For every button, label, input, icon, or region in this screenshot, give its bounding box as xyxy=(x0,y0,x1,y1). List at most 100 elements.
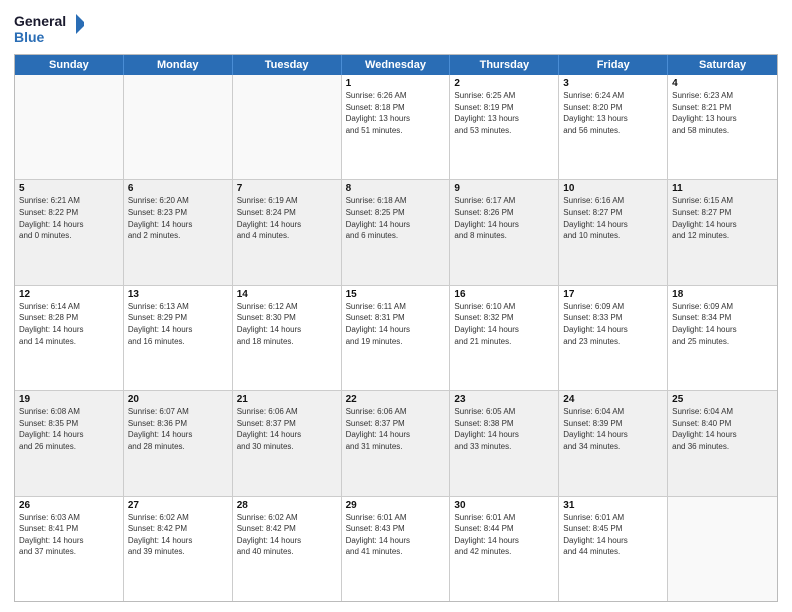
day-number: 2 xyxy=(454,78,554,89)
cal-cell-day-22: 22Sunrise: 6:06 AM Sunset: 8:37 PM Dayli… xyxy=(342,391,451,495)
day-number: 1 xyxy=(346,78,446,89)
day-number: 17 xyxy=(563,289,663,300)
cell-content: Sunrise: 6:02 AM Sunset: 8:42 PM Dayligh… xyxy=(128,512,228,558)
cell-content: Sunrise: 6:04 AM Sunset: 8:39 PM Dayligh… xyxy=(563,406,663,452)
cell-content: Sunrise: 6:14 AM Sunset: 8:28 PM Dayligh… xyxy=(19,301,119,347)
logo-svg: General Blue xyxy=(14,10,84,48)
cell-content: Sunrise: 6:01 AM Sunset: 8:45 PM Dayligh… xyxy=(563,512,663,558)
day-number: 15 xyxy=(346,289,446,300)
cal-row-4: 26Sunrise: 6:03 AM Sunset: 8:41 PM Dayli… xyxy=(15,497,777,601)
cal-cell-day-10: 10Sunrise: 6:16 AM Sunset: 8:27 PM Dayli… xyxy=(559,180,668,284)
day-number: 29 xyxy=(346,500,446,511)
cal-cell-empty xyxy=(668,497,777,601)
cal-cell-day-19: 19Sunrise: 6:08 AM Sunset: 8:35 PM Dayli… xyxy=(15,391,124,495)
cal-cell-day-26: 26Sunrise: 6:03 AM Sunset: 8:41 PM Dayli… xyxy=(15,497,124,601)
cal-cell-day-6: 6Sunrise: 6:20 AM Sunset: 8:23 PM Daylig… xyxy=(124,180,233,284)
cal-cell-day-4: 4Sunrise: 6:23 AM Sunset: 8:21 PM Daylig… xyxy=(668,75,777,179)
cell-content: Sunrise: 6:07 AM Sunset: 8:36 PM Dayligh… xyxy=(128,406,228,452)
day-number: 9 xyxy=(454,183,554,194)
cell-content: Sunrise: 6:08 AM Sunset: 8:35 PM Dayligh… xyxy=(19,406,119,452)
cal-cell-day-29: 29Sunrise: 6:01 AM Sunset: 8:43 PM Dayli… xyxy=(342,497,451,601)
cell-content: Sunrise: 6:06 AM Sunset: 8:37 PM Dayligh… xyxy=(237,406,337,452)
header: General Blue xyxy=(14,10,778,48)
cal-cell-day-8: 8Sunrise: 6:18 AM Sunset: 8:25 PM Daylig… xyxy=(342,180,451,284)
cal-cell-day-17: 17Sunrise: 6:09 AM Sunset: 8:33 PM Dayli… xyxy=(559,286,668,390)
day-number: 11 xyxy=(672,183,773,194)
day-number: 22 xyxy=(346,394,446,405)
cal-cell-day-24: 24Sunrise: 6:04 AM Sunset: 8:39 PM Dayli… xyxy=(559,391,668,495)
day-number: 26 xyxy=(19,500,119,511)
logo: General Blue xyxy=(14,10,84,48)
calendar-body: 1Sunrise: 6:26 AM Sunset: 8:18 PM Daylig… xyxy=(15,75,777,601)
cal-row-0: 1Sunrise: 6:26 AM Sunset: 8:18 PM Daylig… xyxy=(15,75,777,180)
cell-content: Sunrise: 6:26 AM Sunset: 8:18 PM Dayligh… xyxy=(346,90,446,136)
cal-header-saturday: Saturday xyxy=(668,55,777,75)
cell-content: Sunrise: 6:20 AM Sunset: 8:23 PM Dayligh… xyxy=(128,195,228,241)
cal-cell-day-3: 3Sunrise: 6:24 AM Sunset: 8:20 PM Daylig… xyxy=(559,75,668,179)
cal-cell-day-2: 2Sunrise: 6:25 AM Sunset: 8:19 PM Daylig… xyxy=(450,75,559,179)
cal-cell-day-9: 9Sunrise: 6:17 AM Sunset: 8:26 PM Daylig… xyxy=(450,180,559,284)
cell-content: Sunrise: 6:16 AM Sunset: 8:27 PM Dayligh… xyxy=(563,195,663,241)
day-number: 25 xyxy=(672,394,773,405)
cal-header-friday: Friday xyxy=(559,55,668,75)
calendar-container: SundayMondayTuesdayWednesdayThursdayFrid… xyxy=(14,54,778,602)
cell-content: Sunrise: 6:10 AM Sunset: 8:32 PM Dayligh… xyxy=(454,301,554,347)
day-number: 24 xyxy=(563,394,663,405)
cal-cell-day-7: 7Sunrise: 6:19 AM Sunset: 8:24 PM Daylig… xyxy=(233,180,342,284)
svg-text:General: General xyxy=(14,13,66,29)
cal-row-1: 5Sunrise: 6:21 AM Sunset: 8:22 PM Daylig… xyxy=(15,180,777,285)
cell-content: Sunrise: 6:02 AM Sunset: 8:42 PM Dayligh… xyxy=(237,512,337,558)
cal-cell-day-1: 1Sunrise: 6:26 AM Sunset: 8:18 PM Daylig… xyxy=(342,75,451,179)
day-number: 12 xyxy=(19,289,119,300)
cell-content: Sunrise: 6:25 AM Sunset: 8:19 PM Dayligh… xyxy=(454,90,554,136)
cal-cell-day-31: 31Sunrise: 6:01 AM Sunset: 8:45 PM Dayli… xyxy=(559,497,668,601)
cell-content: Sunrise: 6:05 AM Sunset: 8:38 PM Dayligh… xyxy=(454,406,554,452)
cal-cell-day-30: 30Sunrise: 6:01 AM Sunset: 8:44 PM Dayli… xyxy=(450,497,559,601)
cal-cell-empty xyxy=(233,75,342,179)
day-number: 4 xyxy=(672,78,773,89)
day-number: 13 xyxy=(128,289,228,300)
day-number: 31 xyxy=(563,500,663,511)
day-number: 14 xyxy=(237,289,337,300)
cell-content: Sunrise: 6:01 AM Sunset: 8:43 PM Dayligh… xyxy=(346,512,446,558)
day-number: 16 xyxy=(454,289,554,300)
cal-cell-day-16: 16Sunrise: 6:10 AM Sunset: 8:32 PM Dayli… xyxy=(450,286,559,390)
cal-cell-day-20: 20Sunrise: 6:07 AM Sunset: 8:36 PM Dayli… xyxy=(124,391,233,495)
page: General Blue SundayMondayTuesdayWednesda… xyxy=(0,0,792,612)
day-number: 30 xyxy=(454,500,554,511)
day-number: 18 xyxy=(672,289,773,300)
cal-cell-day-13: 13Sunrise: 6:13 AM Sunset: 8:29 PM Dayli… xyxy=(124,286,233,390)
cal-cell-day-23: 23Sunrise: 6:05 AM Sunset: 8:38 PM Dayli… xyxy=(450,391,559,495)
cell-content: Sunrise: 6:18 AM Sunset: 8:25 PM Dayligh… xyxy=(346,195,446,241)
day-number: 28 xyxy=(237,500,337,511)
cal-cell-day-28: 28Sunrise: 6:02 AM Sunset: 8:42 PM Dayli… xyxy=(233,497,342,601)
day-number: 7 xyxy=(237,183,337,194)
day-number: 5 xyxy=(19,183,119,194)
cal-cell-day-14: 14Sunrise: 6:12 AM Sunset: 8:30 PM Dayli… xyxy=(233,286,342,390)
day-number: 20 xyxy=(128,394,228,405)
cell-content: Sunrise: 6:15 AM Sunset: 8:27 PM Dayligh… xyxy=(672,195,773,241)
day-number: 3 xyxy=(563,78,663,89)
cal-cell-day-21: 21Sunrise: 6:06 AM Sunset: 8:37 PM Dayli… xyxy=(233,391,342,495)
cell-content: Sunrise: 6:13 AM Sunset: 8:29 PM Dayligh… xyxy=(128,301,228,347)
cal-cell-empty xyxy=(15,75,124,179)
cell-content: Sunrise: 6:06 AM Sunset: 8:37 PM Dayligh… xyxy=(346,406,446,452)
cal-cell-day-11: 11Sunrise: 6:15 AM Sunset: 8:27 PM Dayli… xyxy=(668,180,777,284)
cell-content: Sunrise: 6:04 AM Sunset: 8:40 PM Dayligh… xyxy=(672,406,773,452)
day-number: 10 xyxy=(563,183,663,194)
cell-content: Sunrise: 6:23 AM Sunset: 8:21 PM Dayligh… xyxy=(672,90,773,136)
cal-header-sunday: Sunday xyxy=(15,55,124,75)
day-number: 19 xyxy=(19,394,119,405)
day-number: 27 xyxy=(128,500,228,511)
cell-content: Sunrise: 6:09 AM Sunset: 8:34 PM Dayligh… xyxy=(672,301,773,347)
calendar-header: SundayMondayTuesdayWednesdayThursdayFrid… xyxy=(15,55,777,75)
cal-row-3: 19Sunrise: 6:08 AM Sunset: 8:35 PM Dayli… xyxy=(15,391,777,496)
cal-cell-day-12: 12Sunrise: 6:14 AM Sunset: 8:28 PM Dayli… xyxy=(15,286,124,390)
day-number: 6 xyxy=(128,183,228,194)
cal-header-monday: Monday xyxy=(124,55,233,75)
cal-header-wednesday: Wednesday xyxy=(342,55,451,75)
cell-content: Sunrise: 6:01 AM Sunset: 8:44 PM Dayligh… xyxy=(454,512,554,558)
cal-cell-day-25: 25Sunrise: 6:04 AM Sunset: 8:40 PM Dayli… xyxy=(668,391,777,495)
cal-cell-day-15: 15Sunrise: 6:11 AM Sunset: 8:31 PM Dayli… xyxy=(342,286,451,390)
cal-header-thursday: Thursday xyxy=(450,55,559,75)
